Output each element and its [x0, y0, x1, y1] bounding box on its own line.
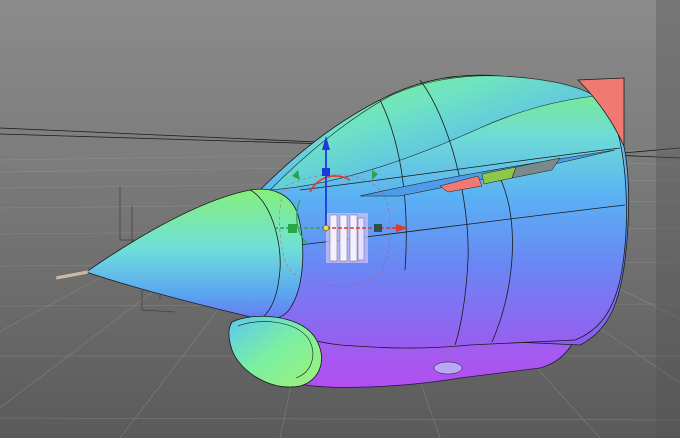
viewport-edge	[656, 0, 680, 438]
gizmo-axis-x-scale-handle[interactable]	[374, 224, 382, 232]
viewport[interactable]	[0, 0, 680, 438]
cockpit-detail	[326, 213, 368, 263]
gizmo-axis-z-scale-handle[interactable]	[288, 224, 297, 233]
gizmo-axis-y-scale-handle[interactable]	[322, 168, 330, 176]
viewport-canvas[interactable]	[0, 0, 680, 438]
gizmo-center[interactable]	[322, 224, 330, 232]
belly-fairing	[433, 361, 463, 375]
